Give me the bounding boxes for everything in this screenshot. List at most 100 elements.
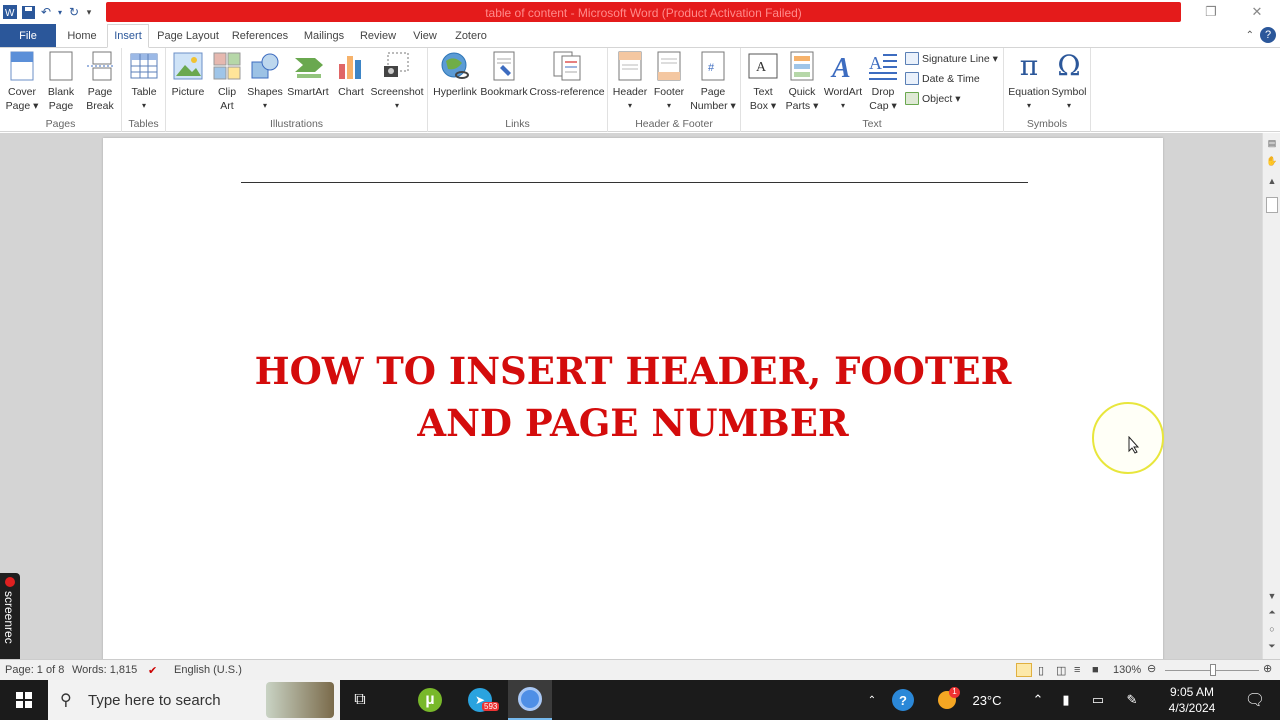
group-label-symbols: Symbols <box>1026 118 1068 130</box>
shapes-button[interactable]: Shapes ▾ <box>246 50 284 113</box>
text-box-button[interactable]: A Text Box ▾ <box>743 50 783 113</box>
previous-page-icon[interactable]: ⏶ <box>1266 606 1278 618</box>
tab-file[interactable]: File <box>0 24 56 47</box>
group-illustrations: Picture Clip Art Shapes ▾ SmartArt Chart S… <box>166 48 428 132</box>
signature-line-button[interactable]: Signature Line ▾ <box>905 52 998 65</box>
start-button[interactable] <box>0 680 48 720</box>
header-button[interactable]: Header ▾ <box>610 50 650 113</box>
tab-zotero[interactable]: Zotero <box>450 24 492 48</box>
cross-reference-icon <box>552 50 582 82</box>
quick-access-toolbar: W ↶ ▾ ↻ ▾ <box>0 0 94 24</box>
hyperlink-globe-icon <box>440 50 470 82</box>
windows-taskbar: ⚲ Type here to search ⧉ µ ➤ 593 ⌃ ? 1 23°… <box>0 680 1280 720</box>
picture-button[interactable]: Picture <box>170 50 206 99</box>
document-title[interactable]: HOW TO INSERT HEADER, FOOTER AND PAGE NU… <box>103 345 1163 449</box>
clock[interactable]: 9:05 AM 4/3/2024 <box>1152 680 1232 720</box>
language-indicator[interactable]: English (U.S.) <box>174 664 242 676</box>
weather-temperature[interactable]: 23°C <box>962 680 1012 720</box>
header-icon <box>615 50 645 82</box>
notification-center-icon[interactable]: 🗨 <box>1240 680 1270 720</box>
microphone-icon[interactable]: ▮ <box>1054 680 1078 720</box>
svg-text:#: # <box>708 62 715 74</box>
print-layout-view-icon[interactable] <box>1016 663 1032 677</box>
task-view-icon[interactable]: ⧉ <box>338 680 382 720</box>
cross-reference-button[interactable]: Cross-reference <box>528 50 606 99</box>
cover-page-button[interactable]: Cover Page ▾ <box>4 50 40 113</box>
outline-view-icon[interactable]: ≡ <box>1074 664 1080 676</box>
vertical-scrollbar[interactable]: ▤ ✋ ▲ ▼ ⏶ ○ ⏷ <box>1262 133 1280 659</box>
tab-page-layout[interactable]: Page Layout <box>152 24 224 48</box>
screenshot-button[interactable]: Screenshot ▾ <box>368 50 426 113</box>
blank-page-button[interactable]: Blank Page <box>43 50 79 113</box>
tray-scroll-icon[interactable]: ⌃ <box>862 680 882 720</box>
hyperlink-button[interactable]: Hyperlink <box>430 50 480 99</box>
tab-home[interactable]: Home <box>58 24 106 48</box>
clip-art-button[interactable]: Clip Art <box>210 50 244 113</box>
group-text: A Text Box ▾ Quick Parts ▾ A WordArt ▾ A Dr… <box>741 48 1004 132</box>
symbol-button[interactable]: Ω Symbol ▾ <box>1050 50 1088 113</box>
zoom-in-icon[interactable]: ⊕ <box>1263 662 1272 675</box>
telegram-icon[interactable]: ➤ 593 <box>458 680 502 720</box>
windows-logo-icon <box>16 692 32 708</box>
smartart-button[interactable]: SmartArt <box>284 50 332 99</box>
date-time-button[interactable]: Date & Time <box>905 72 980 85</box>
proofing-icon[interactable]: ✔ <box>148 664 157 677</box>
scroll-down-icon[interactable]: ▼ <box>1266 590 1278 602</box>
record-dot-icon <box>5 577 15 587</box>
pen-icon[interactable]: ✎ <box>1120 680 1144 720</box>
tab-view[interactable]: View <box>404 24 446 48</box>
restore-button[interactable]: ❐ <box>1188 0 1234 24</box>
quick-parts-button[interactable]: Quick Parts ▾ <box>783 50 821 113</box>
tab-references[interactable]: References <box>228 24 292 48</box>
drop-cap-button[interactable]: A Drop Cap ▾ <box>865 50 901 113</box>
tab-mailings[interactable]: Mailings <box>296 24 352 48</box>
table-button[interactable]: Table ▾ <box>126 50 162 113</box>
zoom-level[interactable]: 130% <box>1113 664 1141 676</box>
save-icon[interactable] <box>20 4 36 20</box>
full-screen-reading-icon[interactable]: ▯ <box>1038 664 1044 677</box>
pan-hand-icon[interactable]: ✋ <box>1266 155 1278 167</box>
taskbar-search-box[interactable]: ⚲ Type here to search <box>48 680 340 720</box>
utorrent-icon[interactable]: µ <box>408 680 452 720</box>
scroll-up-icon[interactable]: ▲ <box>1266 175 1278 187</box>
help-icon[interactable]: ? <box>1260 27 1276 43</box>
wordart-button[interactable]: A WordArt ▾ <box>821 50 865 113</box>
page-number-button[interactable]: # Page Number ▾ <box>688 50 738 113</box>
group-label-text: Text <box>862 118 882 130</box>
footer-button[interactable]: Footer ▾ <box>650 50 688 113</box>
document-page[interactable]: HOW TO INSERT HEADER, FOOTER AND PAGE NU… <box>103 138 1163 668</box>
redo-icon[interactable]: ↻ <box>66 4 82 20</box>
chrome-canary-icon[interactable] <box>508 680 552 720</box>
next-page-icon[interactable]: ⏷ <box>1266 640 1278 652</box>
weather-icon[interactable]: 1 <box>932 680 962 720</box>
equation-button[interactable]: π Equation ▾ <box>1006 50 1052 113</box>
ruler-toggle-icon[interactable]: ▤ <box>1266 137 1278 149</box>
chart-button[interactable]: Chart <box>334 50 368 99</box>
draft-view-icon[interactable]: ■ <box>1092 664 1099 676</box>
bookmark-button[interactable]: Bookmark <box>480 50 528 99</box>
undo-dropdown-icon[interactable]: ▾ <box>56 4 64 20</box>
group-tables: Table ▾ Tables <box>122 48 166 132</box>
scroll-thumb[interactable] <box>1266 197 1278 213</box>
clock-time: 9:05 AM <box>1169 685 1215 699</box>
collapse-ribbon-icon[interactable]: ⌃ <box>1246 30 1254 41</box>
document-area: HOW TO INSERT HEADER, FOOTER AND PAGE NU… <box>0 133 1262 668</box>
tab-right-controls: ⌃ ? <box>1246 27 1276 43</box>
undo-icon[interactable]: ↶ <box>38 4 54 20</box>
page-break-button[interactable]: Page Break <box>82 50 118 113</box>
word-count[interactable]: Words: 1,815 <box>72 664 137 676</box>
tab-review[interactable]: Review <box>356 24 400 48</box>
help-support-icon[interactable]: ? <box>888 680 918 720</box>
web-layout-icon[interactable]: ◫ <box>1056 664 1066 677</box>
customize-qat-icon[interactable]: ▾ <box>84 4 94 20</box>
zoom-out-icon[interactable]: ⊖ <box>1147 662 1156 675</box>
battery-icon[interactable]: ▭ <box>1086 680 1110 720</box>
zoom-slider-handle[interactable] <box>1210 664 1216 676</box>
close-button[interactable]: ✕ <box>1234 0 1280 24</box>
object-button[interactable]: Object ▾ <box>905 92 961 105</box>
page-count[interactable]: Page: 1 of 8 <box>5 664 64 676</box>
tab-insert[interactable]: Insert <box>107 24 149 48</box>
browse-object-icon[interactable]: ○ <box>1266 623 1278 635</box>
screenrec-widget[interactable]: screenrec <box>0 573 20 663</box>
show-hidden-icons-icon[interactable]: ⌃ <box>1026 680 1050 720</box>
